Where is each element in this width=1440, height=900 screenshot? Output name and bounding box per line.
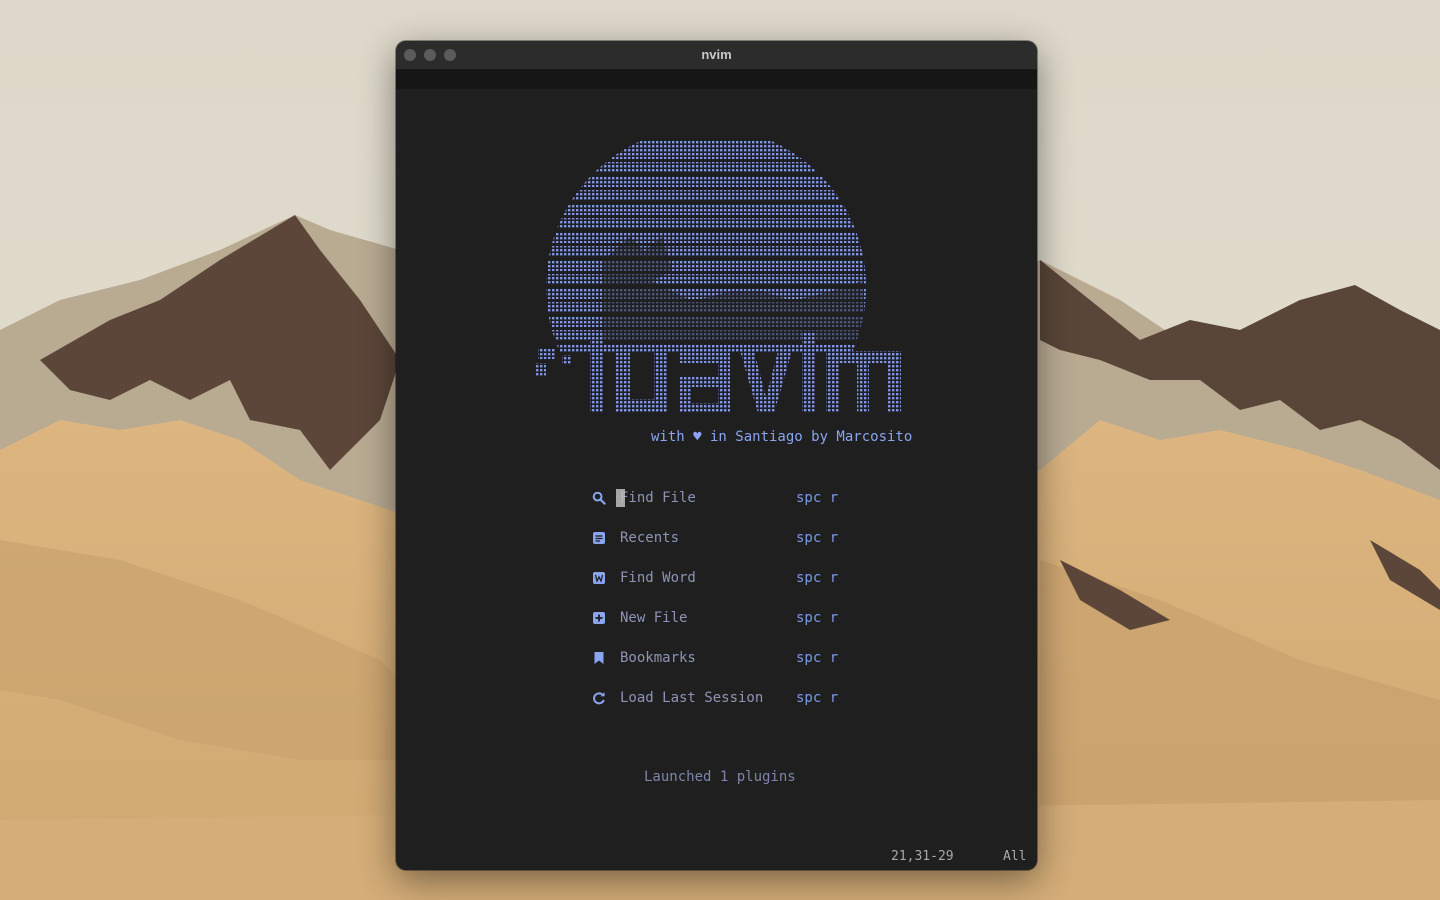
plugins-footer: Launched 1 plugins bbox=[644, 769, 796, 785]
window-title: nvim bbox=[701, 47, 732, 62]
menu-item-find-file[interactable]: Find File spc r bbox=[592, 488, 852, 508]
dashboard-tagline: with ♥ in Santiago by Marcosito bbox=[651, 429, 913, 445]
recents-icon bbox=[593, 532, 605, 544]
menu-item-label: Load Last Session bbox=[620, 690, 764, 706]
bookmark-icon bbox=[594, 652, 604, 664]
menu-item-shortcut: spc r bbox=[796, 490, 839, 506]
menu-item-label: Find Word bbox=[620, 570, 696, 586]
menu-item-recents[interactable]: Recents spc r bbox=[592, 528, 852, 548]
refresh-icon bbox=[593, 692, 605, 705]
menu-item-label: Bookmarks bbox=[620, 650, 696, 666]
menu-item-new-file[interactable]: New File spc r bbox=[592, 608, 852, 628]
menu-item-bookmarks[interactable]: Bookmarks spc r bbox=[592, 648, 852, 668]
nvim-window: nvim with ♥ in Santiago by Marcosito Fin… bbox=[396, 41, 1037, 870]
tabline bbox=[396, 70, 1037, 89]
menu-item-shortcut: spc r bbox=[796, 610, 839, 626]
menu-item-load-last-session[interactable]: Load Last Session spc r bbox=[592, 688, 852, 708]
menu-item-shortcut: spc r bbox=[796, 570, 839, 586]
menu-item-label: Find File bbox=[620, 490, 696, 506]
cursor-position: 21,31-29 bbox=[891, 849, 954, 864]
menu-item-shortcut: spc r bbox=[796, 530, 839, 546]
find-word-icon bbox=[593, 572, 605, 584]
luavim-ascii-logo bbox=[536, 141, 901, 413]
menu-item-label: New File bbox=[620, 610, 688, 626]
menu-item-shortcut: spc r bbox=[796, 690, 839, 706]
search-icon bbox=[592, 491, 606, 505]
new-file-icon bbox=[593, 612, 605, 624]
menu-item-shortcut: spc r bbox=[796, 650, 839, 666]
text-cursor bbox=[616, 489, 625, 507]
window-titlebar[interactable]: nvim bbox=[396, 41, 1037, 70]
menu-item-label: Recents bbox=[620, 530, 680, 546]
menu-item-find-word[interactable]: Find Word spc r bbox=[592, 568, 852, 588]
scroll-indicator: All bbox=[1003, 849, 1027, 864]
